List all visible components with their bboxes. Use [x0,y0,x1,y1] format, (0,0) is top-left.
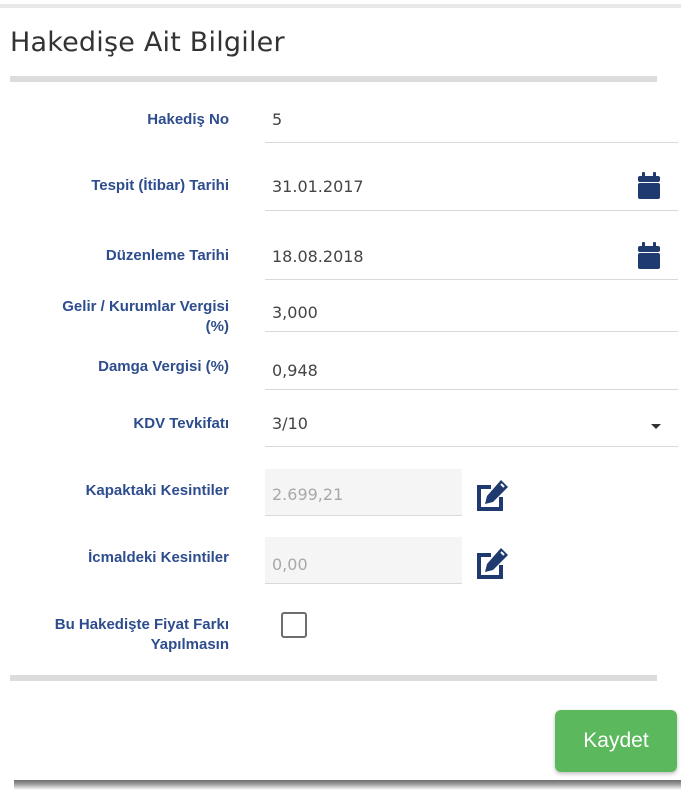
calendar-icon[interactable] [637,172,661,200]
damga-vergisi-label: Damga Vergisi (%) [98,358,229,375]
calendar-icon[interactable] [637,242,661,270]
icmal-kesintiler-label: İcmaldeki Kesintiler [88,549,229,566]
hakedis-no-value: 5 [272,110,283,129]
kdv-tevkifati-select[interactable]: 3/10 [272,414,308,433]
fiyat-farki-checkbox[interactable] [281,612,307,638]
edit-icon[interactable] [474,547,510,581]
gelir-vergisi-label-line2: (%) [205,318,229,335]
hakedis-no-label: Hakediş No [147,111,229,128]
kdv-tevkifati-label: KDV Tevkifatı [133,415,229,432]
title-divider [10,76,657,82]
kapak-kesintiler-label: Kapaktaki Kesintiler [85,482,229,499]
top-rule [0,4,681,8]
edit-icon[interactable] [474,479,510,513]
duzenleme-tarihi-label: Düzenleme Tarihi [105,247,229,264]
gelir-vergisi-label: Gelir / Kurumlar Vergisi (%) [62,297,229,337]
tespit-tarihi-label: Tespit (İtibar) Tarihi [91,177,229,194]
gelir-vergisi-input[interactable]: 3,000 [272,303,318,322]
bottom-divider [10,675,657,681]
tespit-tarihi-underline [265,210,678,211]
hakedis-no-underline [265,142,678,143]
panel-title: Hakedişe Ait Bilgiler [10,27,285,58]
fiyat-farki-label: Bu Hakedişte Fiyat Farkı Yapılmasın [55,615,229,655]
duzenleme-tarihi-input[interactable]: 18.08.2018 [272,247,364,266]
duzenleme-tarihi-underline [265,279,678,280]
panel-bottom-shadow [14,780,681,790]
damga-vergisi-input[interactable]: 0,948 [272,361,318,380]
damga-vergisi-underline [265,389,678,390]
kapak-kesintiler-input: 2.699,21 [272,485,344,504]
caret-down-icon[interactable] [651,424,661,429]
gelir-vergisi-underline [265,331,678,332]
kdv-tevkifati-underline [265,446,678,447]
tespit-tarihi-input[interactable]: 31.01.2017 [272,177,364,196]
save-button[interactable]: Kaydet [555,710,677,772]
gelir-vergisi-label-line1: Gelir / Kurumlar Vergisi [62,298,229,315]
fiyat-farki-label-line2: Yapılmasın [150,636,229,653]
icmal-kesintiler-input: 0,00 [272,555,308,574]
fiyat-farki-label-line1: Bu Hakedişte Fiyat Farkı [54,616,229,633]
